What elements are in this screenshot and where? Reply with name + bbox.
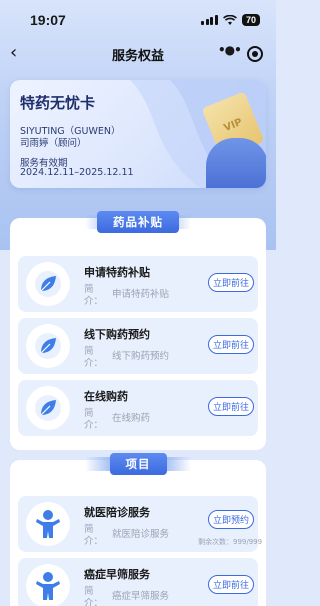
list-item: 就医陪诊服务 简介： 就医陪诊服务 立即预约 剩余次数：999/999	[18, 496, 262, 552]
go-button[interactable]: 立即前往	[208, 397, 254, 416]
item-intro: 在线购药	[112, 413, 151, 424]
item-intro-label: 简介：	[84, 346, 104, 369]
list-item: 申请特药补贴 简介： 申请特药补贴 立即前往	[18, 256, 258, 312]
leaf-icon	[26, 386, 70, 430]
status-bar: 19:07 70	[0, 0, 276, 40]
item-intro: 线下购药预约	[112, 351, 170, 362]
back-icon[interactable]: ‹	[10, 42, 17, 63]
item-intro-label: 简介：	[84, 586, 104, 606]
item-intro-label: 简介：	[84, 284, 104, 307]
valid-period-value: 2024.12.11–2025.12.11	[20, 167, 134, 178]
more-icon[interactable]: •●•	[218, 43, 242, 57]
item-intro: 癌症早筛服务	[112, 591, 170, 602]
item-name: 线下购药预约	[84, 328, 150, 341]
go-button[interactable]: 立即前往	[208, 273, 254, 292]
vip-box-decoration	[206, 138, 266, 188]
signal-icon	[201, 15, 218, 25]
list-item: 在线购药 简介： 在线购药 立即前往	[18, 380, 258, 436]
go-button[interactable]: 立即前往	[208, 335, 254, 354]
person-icon	[26, 502, 70, 546]
list-item: 线下购药预约 简介： 线下购药预约 立即前往	[18, 318, 258, 374]
drug-subsidy-section: 药品补贴 申请特药补贴 简介： 申请特药补贴 立即前往 线下购药预约 简介： 线…	[10, 211, 266, 450]
item-name: 癌症早筛服务	[84, 568, 150, 581]
project-section: 项目 就医陪诊服务 简介： 就医陪诊服务 立即预约 剩余次数：999/999 癌…	[10, 453, 266, 606]
remaining-count: 剩余次数：999/999	[198, 538, 263, 546]
item-name: 就医陪诊服务	[84, 506, 150, 519]
close-miniprogram-icon[interactable]	[247, 46, 263, 62]
card-title: 特药无忧卡	[20, 94, 96, 112]
status-icons: 70	[201, 14, 260, 26]
membership-card: 特药无忧卡 SIYUTING（GUWEN） 司雨婷（顾问） 服务有效期 2024…	[10, 80, 266, 188]
section-ribbon: 药品补贴	[85, 209, 191, 235]
item-name: 在线购药	[84, 390, 128, 403]
item-intro: 就医陪诊服务	[112, 529, 170, 540]
section-title: 药品补贴	[97, 211, 179, 233]
leaf-icon	[26, 262, 70, 306]
item-intro: 申请特药补贴	[112, 289, 170, 300]
go-button[interactable]: 立即前往	[208, 575, 254, 594]
item-name: 申请特药补贴	[84, 266, 150, 279]
card-holder-name-cn: 司雨婷（顾问）	[20, 138, 87, 149]
battery-icon: 70	[241, 14, 260, 26]
status-time: 19:07	[30, 12, 66, 28]
list-item: 癌症早筛服务 简介： 癌症早筛服务 立即前往	[18, 558, 258, 606]
wifi-icon	[223, 14, 237, 25]
person-icon	[26, 564, 70, 606]
section-title: 项目	[109, 453, 167, 475]
item-intro-label: 简介：	[84, 408, 104, 431]
page-title: 服务权益	[111, 48, 164, 64]
leaf-icon	[26, 324, 70, 368]
nav-bar: ‹ 服务权益 •●•	[0, 40, 276, 68]
item-intro-label: 简介：	[84, 524, 104, 547]
book-button[interactable]: 立即预约	[208, 510, 254, 529]
section-ribbon: 项目	[85, 451, 191, 477]
